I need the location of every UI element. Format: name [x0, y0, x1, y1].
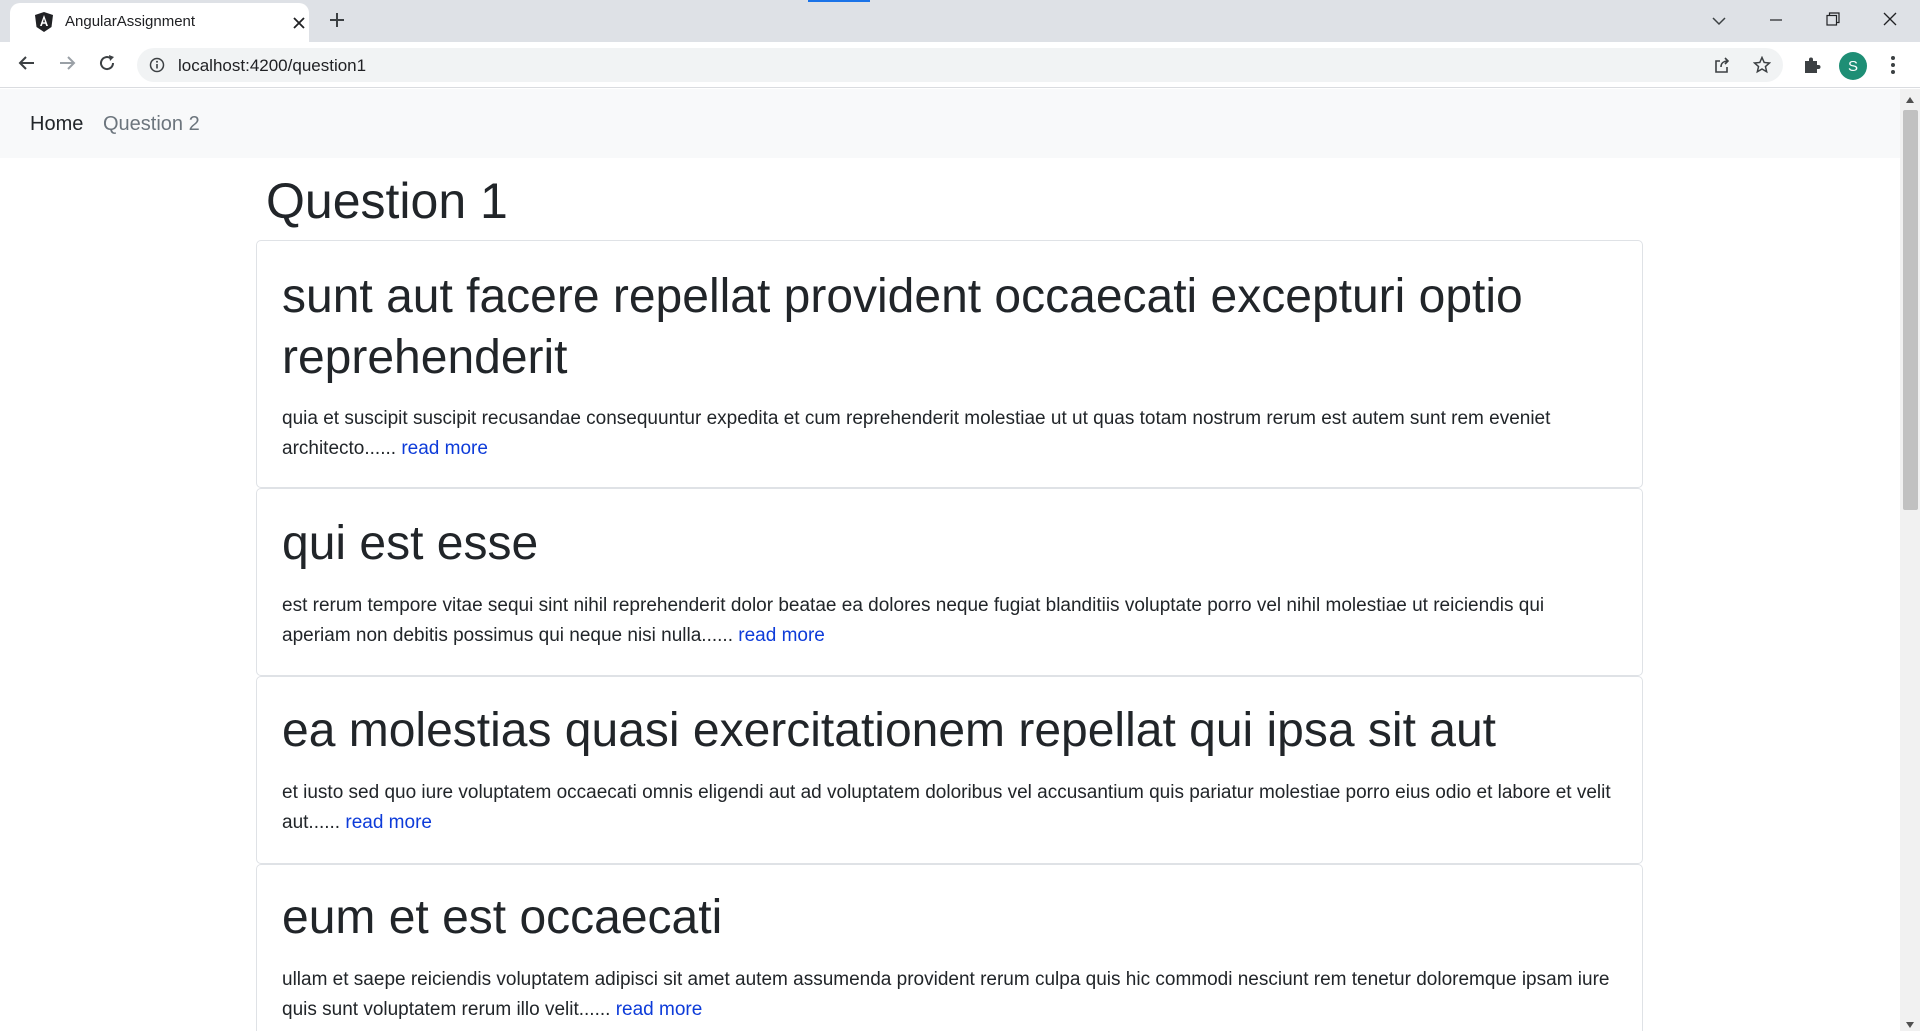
scroll-up-button[interactable]: [1900, 89, 1920, 106]
share-icon[interactable]: [1712, 55, 1732, 75]
tab-loading-accent: [808, 0, 870, 2]
tab-title: AngularAssignment: [65, 13, 196, 30]
post-title: sunt aut facere repellat provident occae…: [282, 270, 1523, 384]
puzzle-icon[interactable]: [1800, 53, 1824, 77]
angular-logo-icon: [34, 12, 54, 32]
post-excerpt: est rerum tempore vitae sequi sint nihil…: [282, 591, 1612, 651]
page-viewport: Home Question 2 Question 1 sunt aut face…: [0, 89, 1900, 1031]
star-icon[interactable]: [1752, 55, 1772, 75]
scrollbar-thumb[interactable]: [1903, 110, 1918, 510]
nav-home-link[interactable]: Home: [30, 113, 83, 136]
minimize-icon: [1770, 11, 1782, 30]
post-excerpt: quia et suscipit suscipit recusandae con…: [282, 404, 1612, 464]
post-title: qui est esse: [282, 517, 539, 570]
close-icon[interactable]: [290, 14, 308, 32]
post-card: ea molestias quasi exercitationem repell…: [256, 676, 1643, 864]
post-title: eum et est occaecati: [282, 891, 723, 944]
reload-icon: [98, 54, 116, 76]
triangle-up-icon: [1906, 88, 1914, 107]
post-excerpt-text: et iusto sed quo iure voluptatem occaeca…: [282, 782, 1611, 833]
forward-button[interactable]: [53, 51, 81, 79]
post-excerpt-text: ullam et saepe reiciendis voluptatem adi…: [282, 969, 1610, 1020]
browser-toolbar: localhost:4200/question1 S: [0, 42, 1920, 88]
avatar[interactable]: S: [1839, 52, 1867, 80]
chevron-down-icon: [1712, 11, 1726, 30]
post-excerpt-text: est rerum tempore vitae sequi sint nihil…: [282, 595, 1545, 646]
new-tab-button[interactable]: [325, 10, 349, 34]
arrow-right-icon: [58, 54, 76, 76]
post-excerpt: ullam et saepe reiciendis voluptatem adi…: [282, 965, 1612, 1025]
post-card: eum et est occaecati ullam et saepe reic…: [256, 864, 1643, 1031]
read-more-link[interactable]: read more: [616, 999, 703, 1020]
restore-button[interactable]: [1813, 6, 1853, 34]
minimize-button[interactable]: [1756, 6, 1796, 34]
info-icon[interactable]: [149, 57, 165, 73]
arrow-left-icon: [18, 54, 36, 76]
post-card: qui est esse est rerum tempore vitae seq…: [256, 488, 1643, 676]
post-excerpt: et iusto sed quo iure voluptatem occaeca…: [282, 778, 1612, 838]
plus-icon: [329, 12, 345, 32]
tab-search-button[interactable]: [1699, 6, 1739, 34]
read-more-link[interactable]: read more: [401, 438, 488, 459]
url-text: localhost:4200/question1: [178, 56, 367, 75]
restore-icon: [1826, 11, 1840, 30]
post-title: ea molestias quasi exercitationem repell…: [282, 704, 1496, 757]
read-more-link[interactable]: read more: [738, 625, 825, 646]
page-title: Question 1: [266, 173, 508, 229]
kebab-menu-icon[interactable]: [1881, 53, 1905, 77]
close-icon: [1883, 11, 1897, 30]
close-window-button[interactable]: [1870, 6, 1910, 34]
page-scrollbar[interactable]: [1900, 89, 1920, 1031]
post-card: sunt aut facere repellat provident occae…: [256, 240, 1643, 488]
address-bar[interactable]: localhost:4200/question1: [137, 48, 1783, 82]
browser-tab[interactable]: AngularAssignment: [10, 3, 309, 42]
back-button[interactable]: [13, 51, 41, 79]
nav-question2-link[interactable]: Question 2: [103, 113, 200, 136]
tab-bar: AngularAssignment: [0, 0, 1920, 42]
top-navbar: Home Question 2: [0, 89, 1900, 158]
read-more-link[interactable]: read more: [345, 812, 432, 833]
reload-button[interactable]: [93, 51, 121, 79]
triangle-down-icon: [1906, 1013, 1914, 1032]
scroll-down-button[interactable]: [1900, 1014, 1920, 1031]
